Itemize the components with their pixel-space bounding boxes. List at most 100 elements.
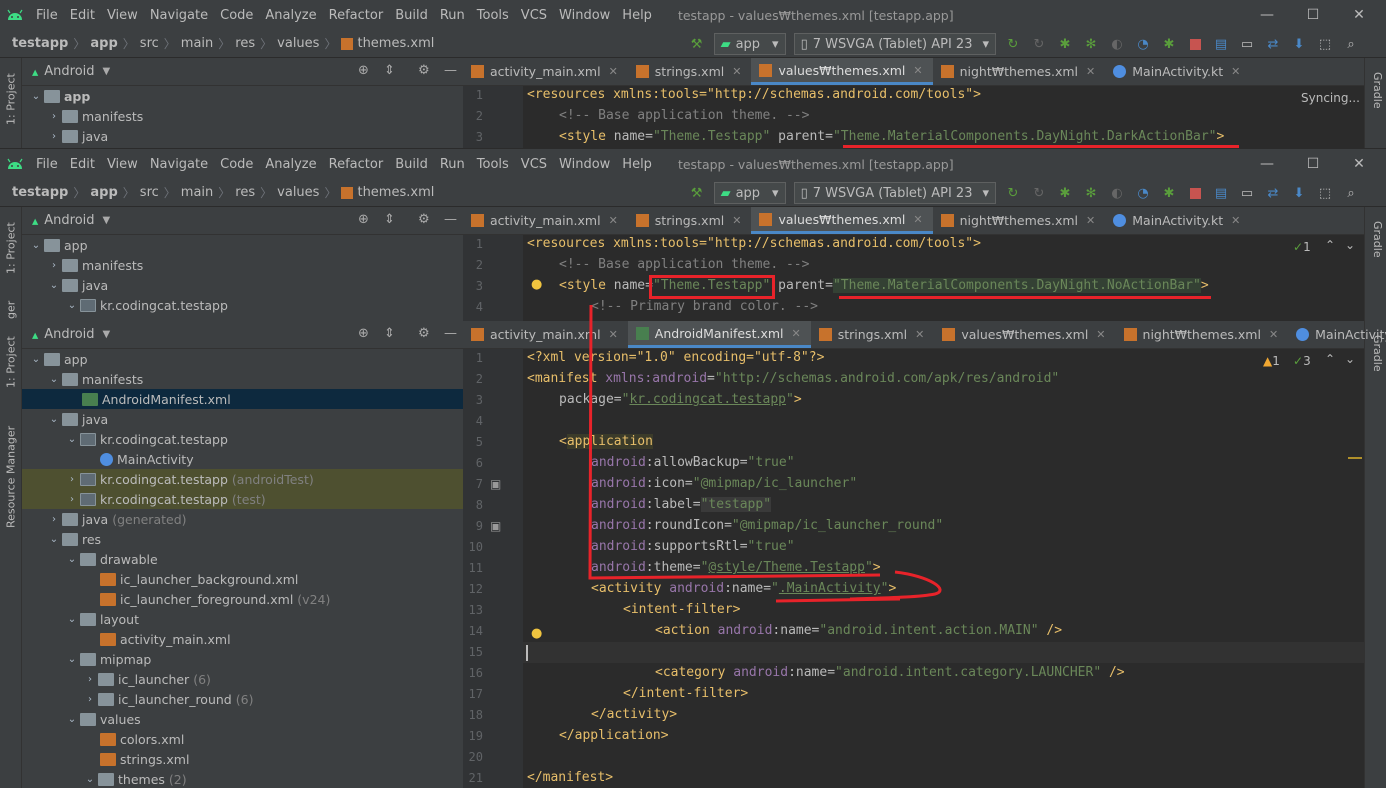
- tree-item-values[interactable]: ⌄ values: [22, 709, 463, 729]
- minimize-button[interactable]: —: [1244, 0, 1290, 30]
- menu-view[interactable]: View: [101, 8, 144, 23]
- tab-activity-main[interactable]: activity_main.xml ✕: [463, 207, 628, 234]
- menu-refactor[interactable]: Refactor: [323, 157, 390, 172]
- attach-debugger-icon[interactable]: ✱: [1157, 182, 1181, 204]
- tree-item-package-androidtest[interactable]: › kr.codingcat.testapp (androidTest): [22, 469, 463, 489]
- code-editor[interactable]: 1 2 3 <resources xmlns:tools="http://sch…: [463, 86, 1364, 148]
- menu-navigate[interactable]: Navigate: [144, 8, 214, 23]
- menu-edit[interactable]: Edit: [64, 8, 101, 23]
- menu-window[interactable]: Window: [553, 157, 616, 172]
- locate-icon[interactable]: ⊕: [358, 326, 369, 341]
- apply-changes-icon[interactable]: ↻: [1027, 182, 1051, 204]
- gear-icon[interactable]: ⚙: [418, 63, 430, 78]
- breadcrumb-module[interactable]: app: [90, 185, 117, 200]
- attach-debugger-icon[interactable]: ✱: [1157, 33, 1181, 55]
- tree-item-app[interactable]: ⌄ app: [22, 349, 463, 369]
- nav-up-icon[interactable]: ⌃: [1325, 238, 1335, 252]
- menu-window[interactable]: Window: [553, 8, 616, 23]
- tree-item-file[interactable]: colors.xml: [22, 729, 463, 749]
- breadcrumb-values[interactable]: values: [277, 36, 319, 51]
- manifest-code-editor[interactable]: 1 2 3 4 5 6 7 8 9 10 11 12 13 14 15 16 1…: [463, 349, 1364, 788]
- device-select[interactable]: ▯ 7 WSVGA (Tablet) API 23 ▾: [793, 33, 996, 55]
- tree-item-manifests[interactable]: ⌄ manifests: [22, 369, 463, 389]
- menu-build[interactable]: Build: [389, 157, 434, 172]
- tree-item-file[interactable]: ic_launcher_foreground.xml (v24): [22, 589, 463, 609]
- weak-warning-indicator[interactable]: ✓3: [1293, 354, 1311, 368]
- tree-item-package[interactable]: ⌄ kr.codingcat.testapp: [22, 429, 463, 449]
- project-tool-tab[interactable]: 1: Project: [2, 327, 20, 397]
- tab-strings[interactable]: strings.xml ✕: [811, 321, 935, 348]
- tree-item-package-test[interactable]: › kr.codingcat.testapp (test): [22, 489, 463, 509]
- collapse-icon[interactable]: ⇕: [384, 212, 395, 227]
- tree-item-res[interactable]: ⌄ res: [22, 529, 463, 549]
- layout-inspector-icon[interactable]: ⬚: [1313, 33, 1337, 55]
- tab-activity-main[interactable]: activity_main.xml ✕: [463, 321, 628, 348]
- resource-manager-tab[interactable]: Resource Manager: [2, 417, 20, 537]
- tree-item-file[interactable]: activity_main.xml: [22, 629, 463, 649]
- menu-file[interactable]: File: [30, 157, 64, 172]
- debug-bug-icon[interactable]: ✻: [1079, 182, 1103, 204]
- menu-vcs[interactable]: VCS: [515, 8, 553, 23]
- tab-values-themes[interactable]: values₩themes.xml ✕: [751, 58, 933, 85]
- attach-icon[interactable]: ◐: [1105, 33, 1129, 55]
- menu-view[interactable]: View: [101, 157, 144, 172]
- gradle-tool-tab[interactable]: Gradle: [1366, 72, 1384, 132]
- lightbulb-icon[interactable]: ●: [531, 277, 542, 292]
- nav-up-icon[interactable]: ⌃: [1325, 352, 1335, 366]
- debug-icon[interactable]: ✱: [1053, 182, 1077, 204]
- tree-item[interactable]: ⌄ app: [22, 86, 463, 106]
- project-view-select[interactable]: Android: [44, 64, 94, 79]
- debug-bug-icon[interactable]: ✻: [1079, 33, 1103, 55]
- menu-help[interactable]: Help: [616, 157, 658, 172]
- search-icon[interactable]: ⌕: [1339, 182, 1363, 204]
- menu-edit[interactable]: Edit: [64, 157, 101, 172]
- maximize-button[interactable]: ☐: [1290, 0, 1336, 30]
- menu-code[interactable]: Code: [214, 157, 259, 172]
- locate-icon[interactable]: ⊕: [358, 63, 369, 78]
- breadcrumb-src[interactable]: src: [140, 36, 159, 51]
- menu-tools[interactable]: Tools: [471, 8, 515, 23]
- menu-build[interactable]: Build: [389, 8, 434, 23]
- stop-icon[interactable]: [1183, 182, 1207, 204]
- close-window-button[interactable]: ✕: [1336, 0, 1382, 30]
- tab-values-themes[interactable]: values₩themes.xml ✕: [934, 321, 1115, 348]
- menu-refactor[interactable]: Refactor: [323, 8, 390, 23]
- tab-android-manifest[interactable]: AndroidManifest.xml ✕: [627, 321, 811, 348]
- build-hammer-icon[interactable]: ⚒: [685, 182, 709, 204]
- gear-icon[interactable]: ⚙: [418, 212, 430, 227]
- tree-item-themes[interactable]: ⌄ themes (2): [22, 769, 463, 788]
- tree-item-ic-launcher-round[interactable]: › ic_launcher_round (6): [22, 689, 463, 709]
- collapse-icon[interactable]: ⇕: [384, 63, 395, 78]
- code-editor[interactable]: 1 2 3 4 ● <resources xmlns:tools="http:/…: [463, 235, 1364, 321]
- run-config-select[interactable]: ▰ app ▾: [713, 33, 786, 55]
- sdk-manager-icon[interactable]: ⬇: [1287, 33, 1311, 55]
- menu-tools[interactable]: Tools: [471, 157, 515, 172]
- profile-icon[interactable]: ◔: [1131, 33, 1155, 55]
- breadcrumb-file[interactable]: themes.xml: [357, 36, 434, 51]
- sync-folder-icon[interactable]: ▤: [1209, 33, 1233, 55]
- tree-item-main-activity[interactable]: MainActivity: [22, 449, 463, 469]
- breadcrumb-src[interactable]: src: [140, 185, 159, 200]
- project-tool-tab[interactable]: 1: Project: [2, 64, 20, 134]
- locate-icon[interactable]: ⊕: [358, 212, 369, 227]
- tab-main-activity[interactable]: MainActivity.kt✕: [1105, 58, 1250, 85]
- menu-navigate[interactable]: Navigate: [144, 157, 214, 172]
- menu-analyze[interactable]: Analyze: [259, 8, 322, 23]
- tree-item[interactable]: ⌄ java: [22, 275, 463, 295]
- rerun-icon[interactable]: ↻: [1001, 182, 1025, 204]
- stop-icon[interactable]: [1183, 33, 1207, 55]
- close-window-button[interactable]: ✕: [1336, 149, 1382, 179]
- menu-code[interactable]: Code: [214, 8, 259, 23]
- tree-item-layout[interactable]: ⌄ layout: [22, 609, 463, 629]
- tree-item-file[interactable]: strings.xml: [22, 749, 463, 769]
- menu-analyze[interactable]: Analyze: [259, 157, 322, 172]
- tree-item[interactable]: › manifests: [22, 255, 463, 275]
- tab-night-themes[interactable]: night₩themes.xml ✕: [933, 58, 1106, 85]
- profile-icon[interactable]: ◔: [1131, 182, 1155, 204]
- attach-icon[interactable]: ◐: [1105, 182, 1129, 204]
- inspection-ok-indicator[interactable]: ✓1: [1293, 240, 1311, 254]
- device-select[interactable]: ▯ 7 WSVGA (Tablet) API 23 ▾: [793, 182, 996, 204]
- hide-panel-icon[interactable]: —: [444, 63, 457, 78]
- avd-manager-icon[interactable]: ▭: [1235, 33, 1259, 55]
- tree-item-mipmap[interactable]: ⌄ mipmap: [22, 649, 463, 669]
